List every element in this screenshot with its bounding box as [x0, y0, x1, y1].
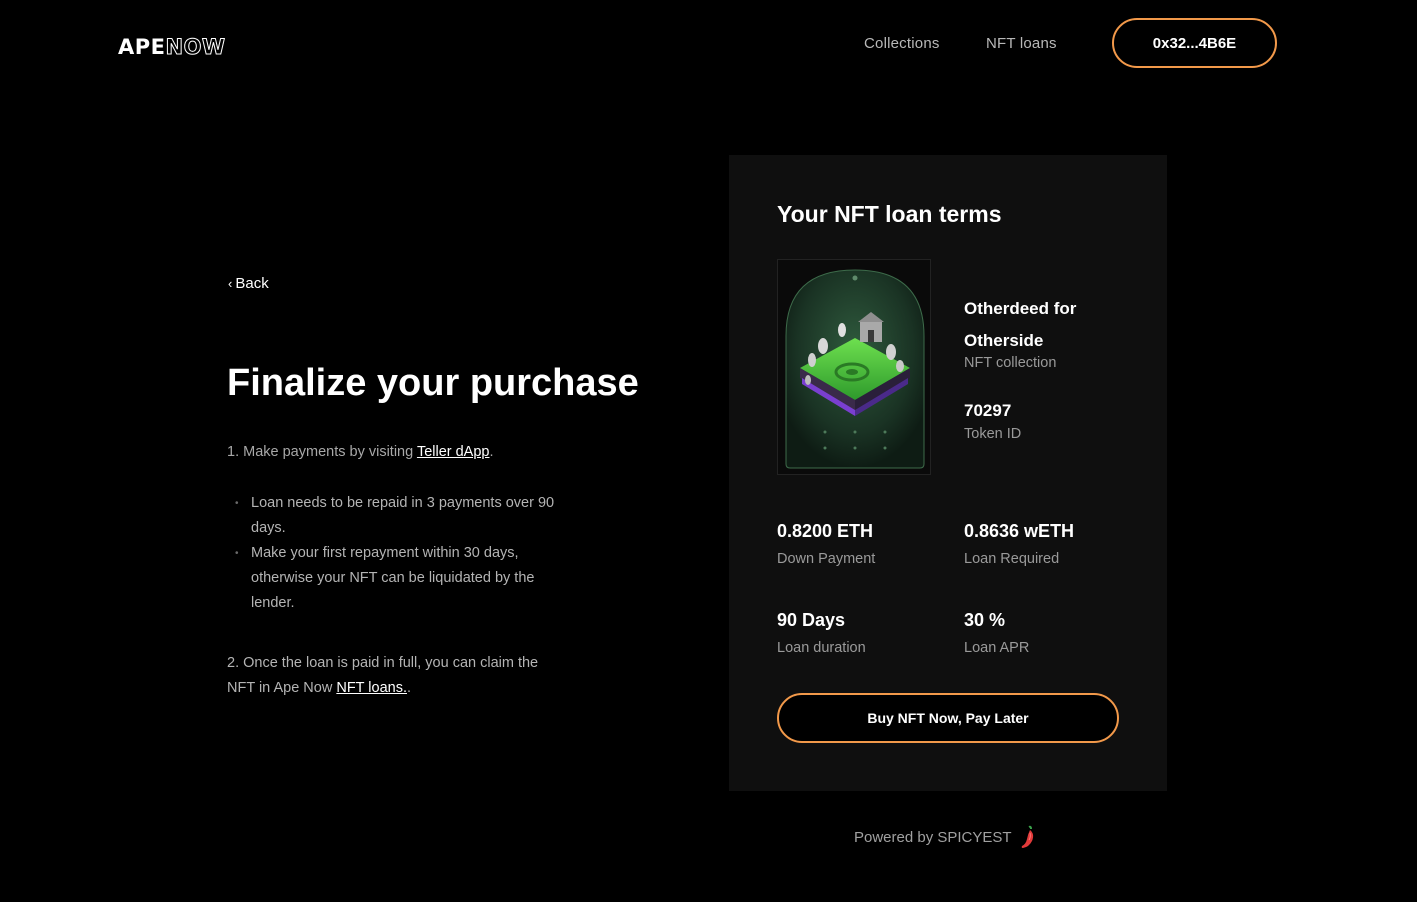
nft-loans-inline-link[interactable]: NFT loans. — [336, 680, 407, 696]
down-payment-value: 0.8200 ETH — [777, 521, 874, 541]
loan-required-value: 0.8636 wETH — [964, 521, 1075, 541]
list-item: Loan needs to be repaid in 3 payments ov… — [233, 491, 563, 541]
powered-by-text: Powered by SPICYEST — [854, 828, 1012, 846]
loan-duration-value: 90 Days — [777, 610, 846, 630]
loan-apr-value: 30 % — [964, 610, 1006, 630]
loan-duration-label: Loan duration — [777, 640, 866, 656]
logo-ape-text: APE — [118, 35, 166, 59]
step-2-text: 2. Once the loan is paid in full, you ca… — [227, 651, 567, 701]
card-title: Your NFT loan terms — [777, 201, 1002, 227]
teller-dapp-link[interactable]: Teller dApp — [417, 444, 490, 460]
apenow-logo[interactable]: APENOW — [118, 34, 226, 60]
powered-by[interactable]: Powered by SPICYEST — [854, 825, 1036, 849]
loan-terms-card: Your NFT loan terms Otherdeed for Others… — [729, 155, 1167, 791]
nft-thumbnail — [777, 259, 931, 475]
chili-pepper-icon — [1021, 825, 1033, 848]
loan-required-label: Loan Required — [964, 551, 1060, 567]
token-id-value: 70297 — [964, 401, 1012, 420]
collection-name: Otherdeed for Otherside — [964, 299, 1077, 350]
back-link[interactable]: ‹ Back — [228, 275, 269, 292]
down-payment-label: Down Payment — [777, 551, 876, 567]
nav-collections-link[interactable]: Collections — [864, 35, 940, 52]
page-title: Finalize your purchase — [227, 362, 639, 404]
step-1-prefix: 1. Make payments by visiting — [227, 444, 417, 460]
step-2-suffix: . — [407, 680, 412, 696]
token-id-label: Token ID — [964, 426, 1022, 442]
chevron-left-icon: ‹ — [228, 276, 233, 291]
collection-label: NFT collection — [964, 355, 1057, 371]
logo-now-text: NOW — [165, 35, 226, 60]
step-1-suffix: . — [489, 444, 494, 460]
step-1-text: 1. Make payments by visiting Teller dApp… — [227, 444, 494, 460]
wallet-address-button[interactable]: 0x32...4B6E — [1112, 18, 1277, 68]
back-label: Back — [235, 275, 269, 292]
loan-apr-label: Loan APR — [964, 640, 1030, 656]
list-item: Make your first repayment within 30 days… — [233, 541, 563, 616]
otherdeed-artwork-icon — [778, 260, 930, 474]
repayment-rules-list: Loan needs to be repaid in 3 payments ov… — [233, 491, 563, 616]
buy-now-pay-later-button[interactable]: Buy NFT Now, Pay Later — [777, 693, 1119, 743]
nav-nft-loans-link[interactable]: NFT loans — [986, 35, 1057, 52]
